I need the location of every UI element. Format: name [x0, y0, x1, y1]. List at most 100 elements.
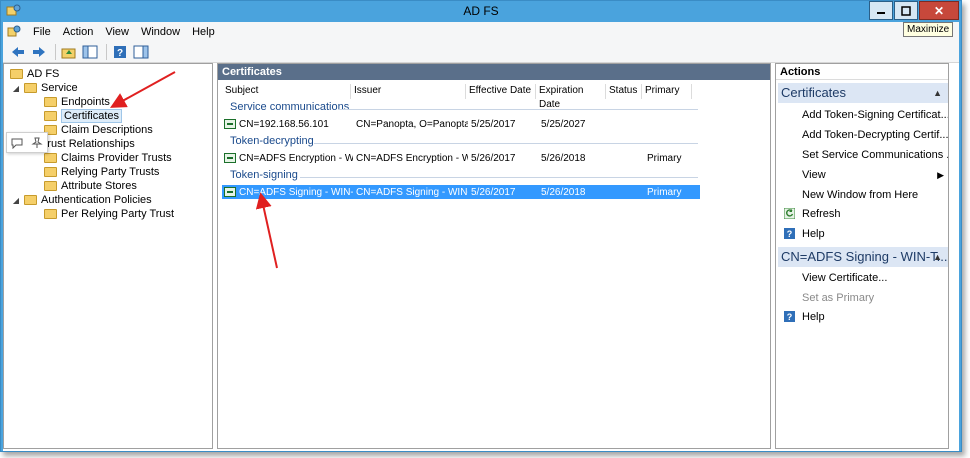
expand-arrow-icon[interactable]: ◢	[12, 196, 20, 205]
tree-item-claims-provider-trusts[interactable]: Claims Provider Trusts	[44, 151, 172, 165]
folder-icon	[44, 209, 57, 219]
action-refresh[interactable]: Refresh	[780, 205, 948, 223]
tree-item-relying-party-trusts[interactable]: Relying Party Trusts	[44, 165, 159, 179]
close-icon: ✕	[933, 3, 945, 18]
cell-subject: CN=ADFS Encryption - WI...	[239, 152, 353, 164]
menu-help[interactable]: Help	[186, 26, 221, 38]
menu-action[interactable]: Action	[57, 26, 100, 38]
tree-item-certificates[interactable]: Certificates	[44, 109, 123, 123]
tree-item-label: Authentication Policies	[41, 194, 152, 206]
action-help[interactable]: ? Help	[780, 308, 948, 326]
console-tree-icon	[82, 45, 98, 58]
column-primary[interactable]: Primary	[642, 84, 692, 99]
cell-effective-date: 5/26/2017	[471, 152, 516, 164]
tree-item-per-relying-party-trust[interactable]: Per Relying Party Trust	[44, 207, 174, 221]
certificate-icon	[224, 187, 236, 197]
folder-icon	[44, 153, 57, 163]
minimize-button[interactable]	[869, 1, 893, 20]
maximize-icon	[901, 5, 911, 16]
cell-issuer: CN=Panopta, O=Panopta,...	[356, 118, 468, 130]
cell-issuer: CN=ADFS Encryption - W...	[356, 152, 468, 164]
actions-section-selected-certificate[interactable]: CN=ADFS Signing - WIN-T... ▲	[778, 247, 948, 267]
action-view-certificate[interactable]: View Certificate...	[780, 269, 948, 287]
group-token-signing: Token-signing	[230, 169, 298, 181]
show-hide-action-pane-button[interactable]	[132, 44, 150, 60]
help-icon: ?	[784, 228, 795, 239]
group-divider	[300, 177, 698, 178]
minimize-icon	[877, 11, 885, 14]
folder-icon	[24, 195, 37, 205]
table-row[interactable]: CN=ADFS Signing - WIN-T... CN=ADFS Signi…	[222, 185, 700, 199]
close-button[interactable]: ✕	[919, 1, 959, 20]
tree-item-claim-descriptions[interactable]: Claim Descriptions	[44, 123, 153, 137]
column-issuer[interactable]: Issuer	[351, 84, 466, 99]
table-row[interactable]: CN=ADFS Encryption - WI... CN=ADFS Encry…	[222, 151, 700, 165]
table-row[interactable]: CN=192.168.56.101 CN=Panopta, O=Panopta,…	[222, 117, 700, 131]
comment-icon[interactable]	[11, 137, 23, 149]
tree-item-label: Service	[41, 82, 78, 94]
results-pane: Certificates Subject Issuer Effective Da…	[217, 63, 771, 449]
column-status[interactable]: Status	[606, 84, 642, 99]
maximize-button[interactable]	[894, 1, 918, 20]
tree-item-adfs[interactable]: AD FS	[10, 67, 59, 81]
back-arrow-icon	[12, 46, 24, 57]
tree-item-label: Claims Provider Trusts	[61, 152, 172, 164]
expand-arrow-icon[interactable]: ◢	[12, 84, 20, 93]
group-service-communications: Service communications	[230, 101, 350, 113]
help-icon: ?	[784, 311, 795, 322]
action-add-token-signing-certificate[interactable]: Add Token-Signing Certificat...	[780, 106, 948, 124]
certificate-icon	[224, 119, 236, 129]
action-set-service-communications[interactable]: Set Service Communications ...	[780, 146, 948, 164]
group-divider	[338, 109, 698, 110]
title-bar[interactable]: AD FS ✕	[1, 1, 961, 22]
actions-section-certificates[interactable]: Certificates ▲	[778, 83, 948, 103]
action-new-window-from-here[interactable]: New Window from Here	[780, 186, 948, 204]
action-set-as-primary[interactable]: Set as Primary	[780, 289, 948, 307]
column-expiration-date[interactable]: Expiration Date	[536, 84, 606, 110]
up-level-button[interactable]	[60, 44, 78, 60]
pin-icon[interactable]	[31, 137, 43, 149]
column-effective-date[interactable]: Effective Date	[466, 84, 536, 99]
cell-subject: CN=192.168.56.101	[239, 118, 329, 130]
collapse-arrow-icon[interactable]: ▲	[933, 247, 942, 267]
help-button[interactable]: ?	[111, 44, 129, 60]
folder-icon	[10, 69, 23, 79]
tree-item-attribute-stores[interactable]: Attribute Stores	[44, 179, 137, 193]
tree-item-authentication-policies[interactable]: ◢ Authentication Policies	[12, 193, 152, 207]
action-label: View	[802, 169, 826, 181]
action-label: Refresh	[802, 208, 841, 220]
svg-text:?: ?	[787, 312, 793, 322]
tree-item-label: Per Relying Party Trust	[61, 208, 175, 220]
refresh-icon	[784, 208, 795, 219]
forward-arrow-icon	[33, 46, 45, 57]
section-title: CN=ADFS Signing - WIN-T...	[781, 249, 948, 264]
section-title: Certificates	[781, 85, 847, 100]
menu-window[interactable]: Window	[135, 26, 186, 38]
adfs-menu-icon[interactable]	[7, 25, 21, 39]
action-help[interactable]: ? Help	[780, 225, 948, 243]
submenu-arrow-icon: ▶	[937, 170, 944, 180]
cell-expiration-date: 5/26/2018	[541, 186, 586, 198]
cell-expiration-date: 5/26/2018	[541, 152, 586, 164]
show-hide-console-tree-button[interactable]	[81, 44, 99, 60]
tree-item-label: Certificates	[61, 109, 123, 123]
tree-item-label: Relying Party Trusts	[61, 166, 160, 178]
action-add-token-decrypting-certificate[interactable]: Add Token-Decrypting Certif...	[780, 126, 948, 144]
results-pane-header: Certificates	[218, 64, 770, 80]
collapse-arrow-icon[interactable]: ▲	[933, 83, 942, 103]
tree-item-service[interactable]: ◢ Service	[12, 81, 78, 95]
folder-icon	[24, 83, 37, 93]
app-window: AD FS ✕ File Action View Window Help Max…	[0, 0, 962, 452]
back-button[interactable]	[9, 44, 27, 60]
column-header-row: Subject Issuer Effective Date Expiration…	[222, 84, 692, 110]
menu-view[interactable]: View	[99, 26, 135, 38]
certificate-icon	[224, 153, 236, 163]
svg-text:?: ?	[117, 48, 123, 59]
forward-button[interactable]	[30, 44, 48, 60]
folder-icon	[44, 167, 57, 177]
action-view[interactable]: View ▶	[780, 166, 948, 184]
column-subject[interactable]: Subject	[222, 84, 351, 99]
menu-file[interactable]: File	[27, 26, 57, 38]
tree-item-endpoints[interactable]: Endpoints	[44, 95, 110, 109]
folder-up-icon	[61, 48, 76, 58]
